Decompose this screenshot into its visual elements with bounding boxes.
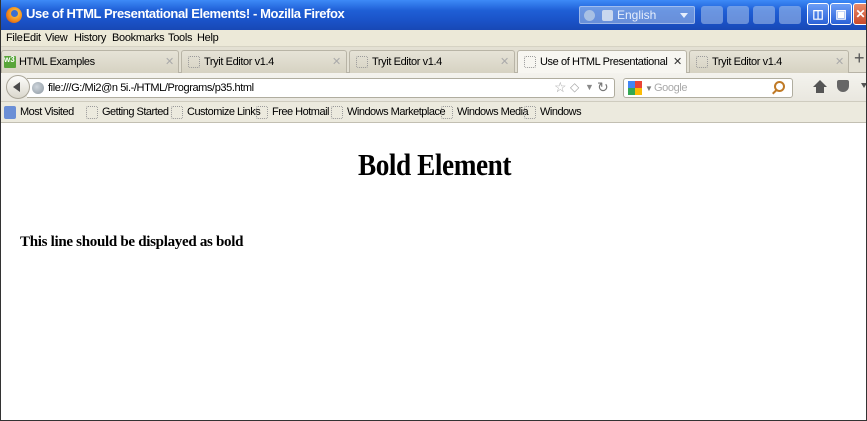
restore-button[interactable]: ◫ — [807, 3, 829, 25]
bookmark-label: Windows — [540, 106, 582, 118]
url-dropdown-icon[interactable]: ▼ — [585, 82, 594, 92]
language-label: English — [617, 8, 657, 22]
page-icon — [441, 106, 453, 119]
bold-paragraph: This line should be displayed as bold — [20, 234, 244, 250]
close-button[interactable]: ✕ — [853, 3, 866, 25]
page-icon — [256, 106, 268, 119]
menu-bar: File Edit View History Bookmarks Tools H… — [1, 30, 866, 47]
page-icon — [86, 106, 98, 119]
page-icon — [524, 56, 536, 68]
title-bar: Use of HTML Presentational Elements! - M… — [1, 0, 866, 30]
tab-label: Tryit Editor v1.4 — [712, 56, 782, 68]
tab-label: Tryit Editor v1.4 — [372, 56, 442, 68]
new-tab-button[interactable]: + — [854, 49, 865, 67]
menu-history[interactable]: History — [74, 32, 106, 44]
tab-label: HTML Examples — [19, 56, 95, 68]
page-icon — [171, 106, 183, 119]
close-tab-icon[interactable]: ✕ — [835, 55, 844, 68]
bookmark-label: Windows Media — [457, 106, 529, 118]
menu-tools[interactable]: Tools — [168, 32, 192, 44]
navigation-bar: file:///G:/Mi2@n 5i.-/HTML/Programs/p35.… — [1, 73, 866, 102]
bookmarks-toolbar: Most Visited Getting Started Customize L… — [1, 102, 866, 123]
search-input[interactable]: Google — [654, 82, 687, 94]
browser-window: Use of HTML Presentational Elements! - M… — [0, 0, 867, 421]
maximize-button[interactable]: ▣ — [830, 3, 852, 25]
window-title: Use of HTML Presentational Elements! - M… — [26, 6, 345, 21]
menu-file[interactable]: File — [6, 32, 23, 44]
bookmark-label: Windows Marketplace — [347, 106, 446, 118]
close-tab-icon[interactable]: ✕ — [332, 55, 341, 68]
minimize-language-bar-button[interactable] — [701, 6, 723, 24]
address-bar[interactable]: file:///G:/Mi2@n 5i.-/HTML/Programs/p35.… — [27, 78, 615, 98]
overflow-menu-icon[interactable] — [861, 83, 866, 88]
tab-label: Use of HTML Presentational El... — [540, 56, 670, 68]
star-icon[interactable]: ☆ — [554, 79, 567, 96]
tab-bar: HTML Examples ✕ Tryit Editor v1.4 ✕ Tryi… — [1, 47, 866, 74]
tray-icon-1[interactable] — [727, 6, 749, 24]
bookmark-label: Getting Started — [102, 106, 169, 118]
tab-tryit-editor-3[interactable]: Tryit Editor v1.4 ✕ — [689, 50, 849, 73]
close-tab-icon[interactable]: ✕ — [673, 55, 682, 68]
tray-icon-2[interactable] — [753, 6, 775, 24]
bookmark-label: Most Visited — [20, 106, 74, 118]
globe-icon — [32, 82, 44, 94]
bookmark-label: Free Hotmail — [272, 106, 329, 118]
bookmark-label: Customize Links — [187, 106, 261, 118]
tab-html-examples[interactable]: HTML Examples ✕ — [1, 50, 179, 73]
firefox-icon[interactable] — [6, 7, 22, 23]
pocket-button-icon[interactable] — [837, 80, 849, 92]
menu-bookmarks[interactable]: Bookmarks — [112, 32, 165, 44]
w3schools-icon — [4, 55, 16, 68]
magnifier-icon[interactable] — [774, 81, 785, 92]
tab-tryit-editor-2[interactable]: Tryit Editor v1.4 ✕ — [349, 50, 515, 73]
pocket-icon[interactable]: ◇ — [570, 80, 579, 94]
reload-icon[interactable]: ↻ — [597, 79, 609, 96]
close-tab-icon[interactable]: ✕ — [500, 55, 509, 68]
language-bar-handle-icon — [584, 10, 595, 21]
page-heading: Bold Element — [357, 147, 512, 182]
close-tab-icon[interactable]: ✕ — [165, 55, 174, 68]
page-icon — [524, 106, 536, 119]
keyboard-icon — [602, 10, 613, 21]
page-icon — [331, 106, 343, 119]
page-icon — [696, 56, 708, 68]
search-bar[interactable]: ▼ Google — [623, 78, 793, 98]
back-button[interactable] — [6, 75, 30, 99]
language-bar[interactable]: English — [579, 6, 695, 24]
chevron-down-icon[interactable]: ▼ — [645, 84, 653, 93]
url-text[interactable]: file:///G:/Mi2@n 5i.-/HTML/Programs/p35.… — [48, 82, 254, 94]
page-icon — [356, 56, 368, 68]
page-content: Bold Element This line should be display… — [2, 123, 866, 420]
menu-view[interactable]: View — [45, 32, 68, 44]
google-icon[interactable] — [628, 81, 642, 95]
tab-label: Tryit Editor v1.4 — [204, 56, 274, 68]
chevron-down-icon — [680, 13, 688, 18]
menu-help[interactable]: Help — [197, 32, 219, 44]
tray-icon-3[interactable] — [779, 6, 801, 24]
page-icon — [188, 56, 200, 68]
home-icon[interactable] — [813, 80, 827, 93]
menu-edit[interactable]: Edit — [23, 32, 41, 44]
most-visited-icon — [4, 106, 16, 119]
tab-tryit-editor-1[interactable]: Tryit Editor v1.4 ✕ — [181, 50, 347, 73]
tab-presentational-elements[interactable]: Use of HTML Presentational El... ✕ — [517, 50, 687, 74]
